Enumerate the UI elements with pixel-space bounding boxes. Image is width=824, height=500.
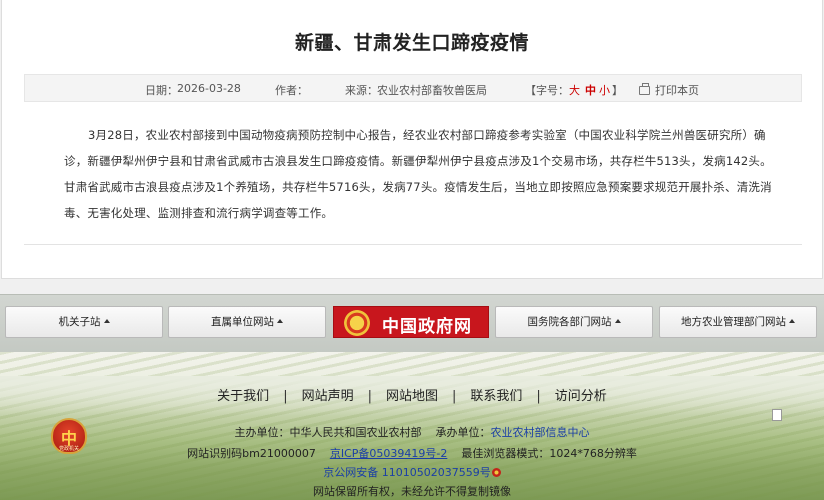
- footer-link-contact[interactable]: 联系我们: [470, 389, 522, 404]
- footer-link-sitemap[interactable]: 网站地图: [386, 389, 438, 404]
- footer-rights-line: 网站保留所有权，未经允许不得复制镜像: [0, 483, 824, 499]
- triangle-up-icon: [614, 319, 621, 323]
- nav-label: 机关子站: [58, 316, 101, 328]
- host-label: 主办单位：: [234, 426, 290, 439]
- article-meta-bar: 日期： 2026-03-28 作者： 来源： 农业农村部畜牧兽医局 【字号： 大…: [24, 74, 802, 102]
- related-sites-bar: 机关子站 直属单位网站 中国政府网 国务院各部门网站 地方农业管理部门网站: [0, 294, 824, 352]
- footer-link-about[interactable]: 关于我们: [217, 389, 269, 404]
- gov-portal-link[interactable]: 中国政府网: [333, 306, 489, 338]
- nav-local-agri-depts-button[interactable]: 地方农业管理部门网站: [659, 306, 817, 338]
- gov-portal-label: 中国政府网: [382, 317, 472, 337]
- nav-label: 地方农业管理部门网站: [681, 316, 786, 328]
- triangle-up-icon: [789, 319, 795, 323]
- site-footer: 关于我们 | 网站声明 | 网站地图 | 联系我们 | 访问分析 中 党政机关 主办单位：中华人…: [0, 352, 824, 500]
- footer-host-line: 主办单位：中华人民共和国农业农村部 承办单位：农业农村部信息中心: [0, 424, 824, 440]
- rights-text: 网站保留所有权，未经允许不得复制镜像: [313, 485, 511, 498]
- triangle-up-icon: [277, 319, 283, 323]
- font-size-large-button[interactable]: 大: [569, 82, 580, 98]
- footer-police-line: 京公网安备 11010502037559号: [0, 464, 824, 480]
- police-record-link[interactable]: 京公网安备 11010502037559号: [323, 466, 490, 479]
- article-title: 新疆、甘肃发生口蹄疫疫情: [294, 32, 529, 54]
- print-button[interactable]: 打印本页: [639, 82, 699, 98]
- printer-icon: [639, 83, 650, 95]
- date-label: 日期：: [145, 84, 178, 97]
- footer-links: 关于我们 | 网站声明 | 网站地图 | 联系我们 | 访问分析: [0, 385, 824, 404]
- font-size-label: 【字号：: [525, 84, 569, 97]
- article-body: 3月28日，农业农村部接到中国动物疫病预防控制中心报告，经农业农村部口蹄疫参考实…: [64, 128, 772, 220]
- separator: |: [367, 389, 372, 404]
- icp-link[interactable]: 京ICP备05039419号-2: [330, 447, 448, 460]
- separator: |: [536, 389, 541, 404]
- nav-affiliated-units-button[interactable]: 直属单位网站: [168, 306, 326, 338]
- date-value: 2026-03-28: [177, 82, 241, 95]
- operator-link[interactable]: 农业农村部信息中心: [491, 426, 590, 439]
- divider: [24, 244, 802, 245]
- author-label: 作者：: [275, 84, 308, 97]
- separator: |: [452, 389, 457, 404]
- nav-label: 国务院各部门网站: [527, 316, 612, 328]
- nav-agency-subsites-button[interactable]: 机关子站: [5, 306, 163, 338]
- site-id: 网站识别码bm21000007: [187, 447, 316, 460]
- source-label: 来源：: [345, 84, 378, 97]
- footer-link-statement[interactable]: 网站声明: [302, 389, 354, 404]
- source-value: 农业农村部畜牧兽医局: [377, 84, 487, 97]
- font-size-medium-button[interactable]: 中: [585, 82, 596, 98]
- operator-label: 承办单位：: [435, 426, 491, 439]
- footer-link-analytics[interactable]: 访问分析: [555, 389, 607, 404]
- triangle-up-icon: [103, 319, 110, 323]
- host-value: 中华人民共和国农业农村部: [289, 426, 422, 439]
- separator: |: [283, 389, 288, 404]
- police-badge-icon: [491, 468, 501, 477]
- footer-registration-line: 网站识别码bm21000007 京ICP备05039419号-2 最佳浏览器模式…: [0, 445, 824, 461]
- font-size-small-button[interactable]: 小: [599, 82, 610, 98]
- article-panel: 新疆、甘肃发生口蹄疫疫情 日期： 2026-03-28 作者： 来源： 农业农村…: [1, 0, 823, 279]
- national-emblem-icon: [344, 310, 370, 336]
- nav-state-council-depts-button[interactable]: 国务院各部门网站: [495, 306, 653, 338]
- print-label: 打印本页: [655, 84, 699, 97]
- nav-label: 直属单位网站: [211, 316, 274, 328]
- browser-note: 最佳浏览器模式：1024*768分辨率: [461, 447, 637, 460]
- broken-image-icon: [772, 409, 782, 421]
- font-size-close: 】: [612, 84, 623, 97]
